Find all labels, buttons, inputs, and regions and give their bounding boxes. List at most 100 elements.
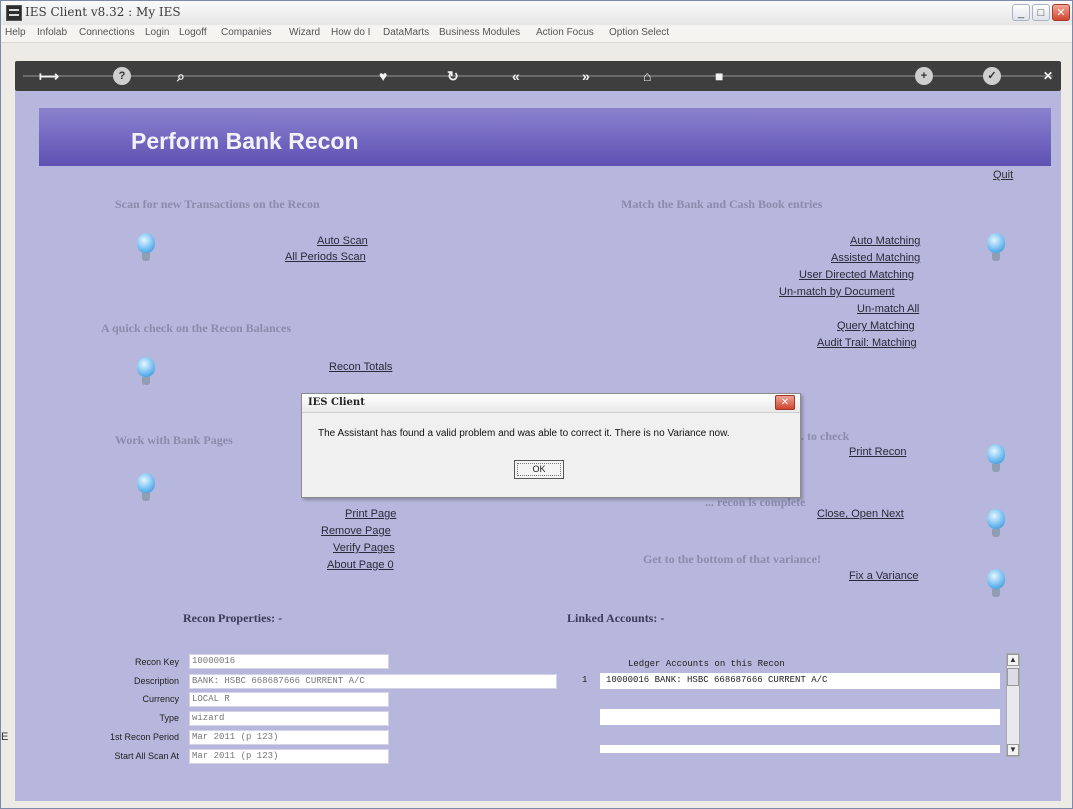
recon-totals-link[interactable]: Recon Totals — [329, 361, 392, 373]
back-icon[interactable]: « — [512, 66, 520, 86]
scroll-down-icon[interactable]: ▼ — [1007, 744, 1019, 756]
menu-help[interactable]: Help — [5, 27, 26, 38]
description-field[interactable]: BANK: HSBC 668687666 CURRENT A/C — [189, 674, 557, 689]
toolbar-close-icon[interactable]: ✕ — [1043, 66, 1053, 86]
close-open-next-link[interactable]: Close, Open Next — [817, 508, 904, 520]
lightbulb-icon[interactable] — [985, 444, 1007, 474]
linked-accounts-grid: Ledger Accounts on this Recon 1 10000016… — [570, 653, 1020, 763]
menu-action-focus[interactable]: Action Focus — [536, 27, 594, 38]
recon-key-label: Recon Key — [134, 657, 179, 667]
print-page-link[interactable]: Print Page — [345, 508, 396, 520]
first-recon-period-field[interactable]: Mar 2011 (p 123) — [189, 730, 389, 745]
help-icon[interactable]: ? — [113, 67, 131, 85]
maximize-button[interactable]: □ — [1032, 4, 1050, 21]
app-icon — [6, 5, 22, 21]
audit-trail-matching-link[interactable]: Audit Trail: Matching — [817, 337, 917, 349]
exit-icon[interactable]: ⟼ — [39, 66, 59, 86]
forward-icon[interactable]: » — [582, 66, 590, 86]
unmatch-all-link[interactable]: Un-match All — [857, 303, 919, 315]
lightbulb-icon[interactable] — [985, 569, 1007, 599]
menu-connections[interactable]: Connections — [79, 27, 135, 38]
page-header: Perform Bank Recon — [39, 108, 1051, 166]
close-button[interactable]: ✕ — [1052, 4, 1070, 21]
unmatch-by-document-link[interactable]: Un-match by Document — [779, 286, 895, 298]
all-periods-scan-link[interactable]: All Periods Scan — [285, 251, 366, 263]
dialog-close-button[interactable]: ✕ — [775, 395, 795, 410]
window-icon[interactable]: ■ — [715, 66, 723, 86]
match-section-title: Match the Bank and Cash Book entries — [621, 197, 823, 211]
assisted-matching-link[interactable]: Assisted Matching — [831, 252, 920, 264]
toolbar: ⟼ ? ⌕ ♥ ↻ « » ⌂ ■ + ✓ ✕ — [15, 61, 1061, 91]
type-label: Type — [159, 713, 179, 723]
recon-key-field[interactable]: 10000016 — [189, 654, 389, 669]
variance-section-title: Get to the bottom of that variance! — [643, 552, 821, 566]
menu-companies[interactable]: Companies — [221, 27, 272, 38]
row-number: 1 — [582, 675, 588, 685]
menu-logoff[interactable]: Logoff — [179, 27, 207, 38]
message-dialog: IES Client ✕ The Assistant has found a v… — [301, 393, 801, 498]
user-directed-matching-link[interactable]: User Directed Matching — [799, 269, 914, 281]
print-check-section-title: ... to check — [795, 429, 850, 443]
row-text: 10000016 BANK: HSBC 668687666 CURRENT A/… — [606, 675, 828, 685]
refresh-icon[interactable]: ↻ — [447, 66, 459, 86]
first-recon-period-label: 1st Recon Period — [109, 732, 179, 742]
menu-business-modules[interactable]: Business Modules — [439, 27, 520, 38]
recon-properties-title: Recon Properties: - — [183, 611, 283, 625]
description-label: Description — [133, 676, 179, 686]
type-field[interactable]: wizard — [189, 711, 389, 726]
print-recon-link[interactable]: Print Recon — [849, 446, 906, 458]
verify-pages-link[interactable]: Verify Pages — [333, 542, 395, 554]
menu-option-select[interactable]: Option Select — [609, 27, 669, 38]
start-all-scan-field[interactable]: Mar 2011 (p 123) — [189, 749, 389, 764]
ok-button[interactable]: OK — [514, 460, 564, 479]
heart-icon[interactable]: ♥ — [379, 66, 387, 86]
start-all-scan-label: Start All Scan At — [114, 751, 179, 761]
menu-wizard[interactable]: Wizard — [289, 27, 320, 38]
dialog-title-bar: IES Client ✕ — [302, 394, 800, 413]
linked-accounts-title: Linked Accounts: - — [567, 611, 665, 625]
window-title: IES Client v8.32 : My IES — [25, 5, 181, 19]
vertical-scrollbar[interactable]: ▲ ▼ — [1006, 653, 1020, 757]
scroll-thumb[interactable] — [1007, 668, 1019, 686]
dialog-title: IES Client — [308, 397, 365, 408]
home-icon[interactable]: ⌂ — [643, 66, 651, 86]
scan-section-title: Scan for new Transactions on the Recon — [115, 197, 320, 211]
lightbulb-icon[interactable] — [135, 357, 157, 387]
remove-page-link[interactable]: Remove Page — [321, 525, 391, 537]
query-matching-link[interactable]: Query Matching — [837, 320, 915, 332]
table-row[interactable]: 1 10000016 BANK: HSBC 668687666 CURRENT … — [582, 673, 1000, 689]
menu-datamarts[interactable]: DataMarts — [383, 27, 429, 38]
grid-header: Ledger Accounts on this Recon — [628, 659, 785, 669]
left-edge-strip: E — [1, 731, 9, 743]
lightbulb-icon[interactable] — [985, 509, 1007, 539]
check-icon[interactable]: ✓ — [983, 67, 1001, 85]
currency-label: Currency — [142, 694, 179, 704]
menu-login[interactable]: Login — [145, 27, 169, 38]
table-row[interactable] — [600, 745, 1000, 753]
table-row[interactable] — [600, 691, 1000, 707]
app-window: IES Client v8.32 : My IES _ □ ✕ Help Inf… — [0, 0, 1073, 809]
title-bar: IES Client v8.32 : My IES _ □ ✕ — [1, 1, 1072, 26]
lightbulb-icon[interactable] — [135, 473, 157, 503]
lightbulb-icon[interactable] — [985, 233, 1007, 263]
currency-field[interactable]: LOCAL R — [189, 692, 389, 707]
page-title: Perform Bank Recon — [131, 128, 359, 154]
menu-bar: Help Infolab Connections Login Logoff Co… — [1, 25, 1072, 43]
menu-how-do-i[interactable]: How do I — [331, 27, 370, 38]
table-row[interactable] — [600, 727, 1000, 743]
table-row[interactable] — [600, 709, 1000, 725]
dialog-message: The Assistant has found a valid problem … — [318, 428, 730, 439]
plus-icon[interactable]: + — [915, 67, 933, 85]
auto-matching-link[interactable]: Auto Matching — [850, 235, 920, 247]
about-page-link[interactable]: About Page 0 — [327, 559, 394, 571]
minimize-button[interactable]: _ — [1012, 4, 1030, 21]
lightbulb-icon[interactable] — [135, 233, 157, 263]
fix-variance-link[interactable]: Fix a Variance — [849, 570, 919, 582]
menu-infolab[interactable]: Infolab — [37, 27, 67, 38]
auto-scan-link[interactable]: Auto Scan — [317, 235, 368, 247]
quit-link[interactable]: Quit — [993, 169, 1013, 181]
scroll-up-icon[interactable]: ▲ — [1007, 654, 1019, 666]
pages-section-title: Work with Bank Pages — [115, 433, 233, 447]
check-section-title: A quick check on the Recon Balances — [101, 321, 292, 335]
search-icon[interactable]: ⌕ — [177, 66, 185, 86]
